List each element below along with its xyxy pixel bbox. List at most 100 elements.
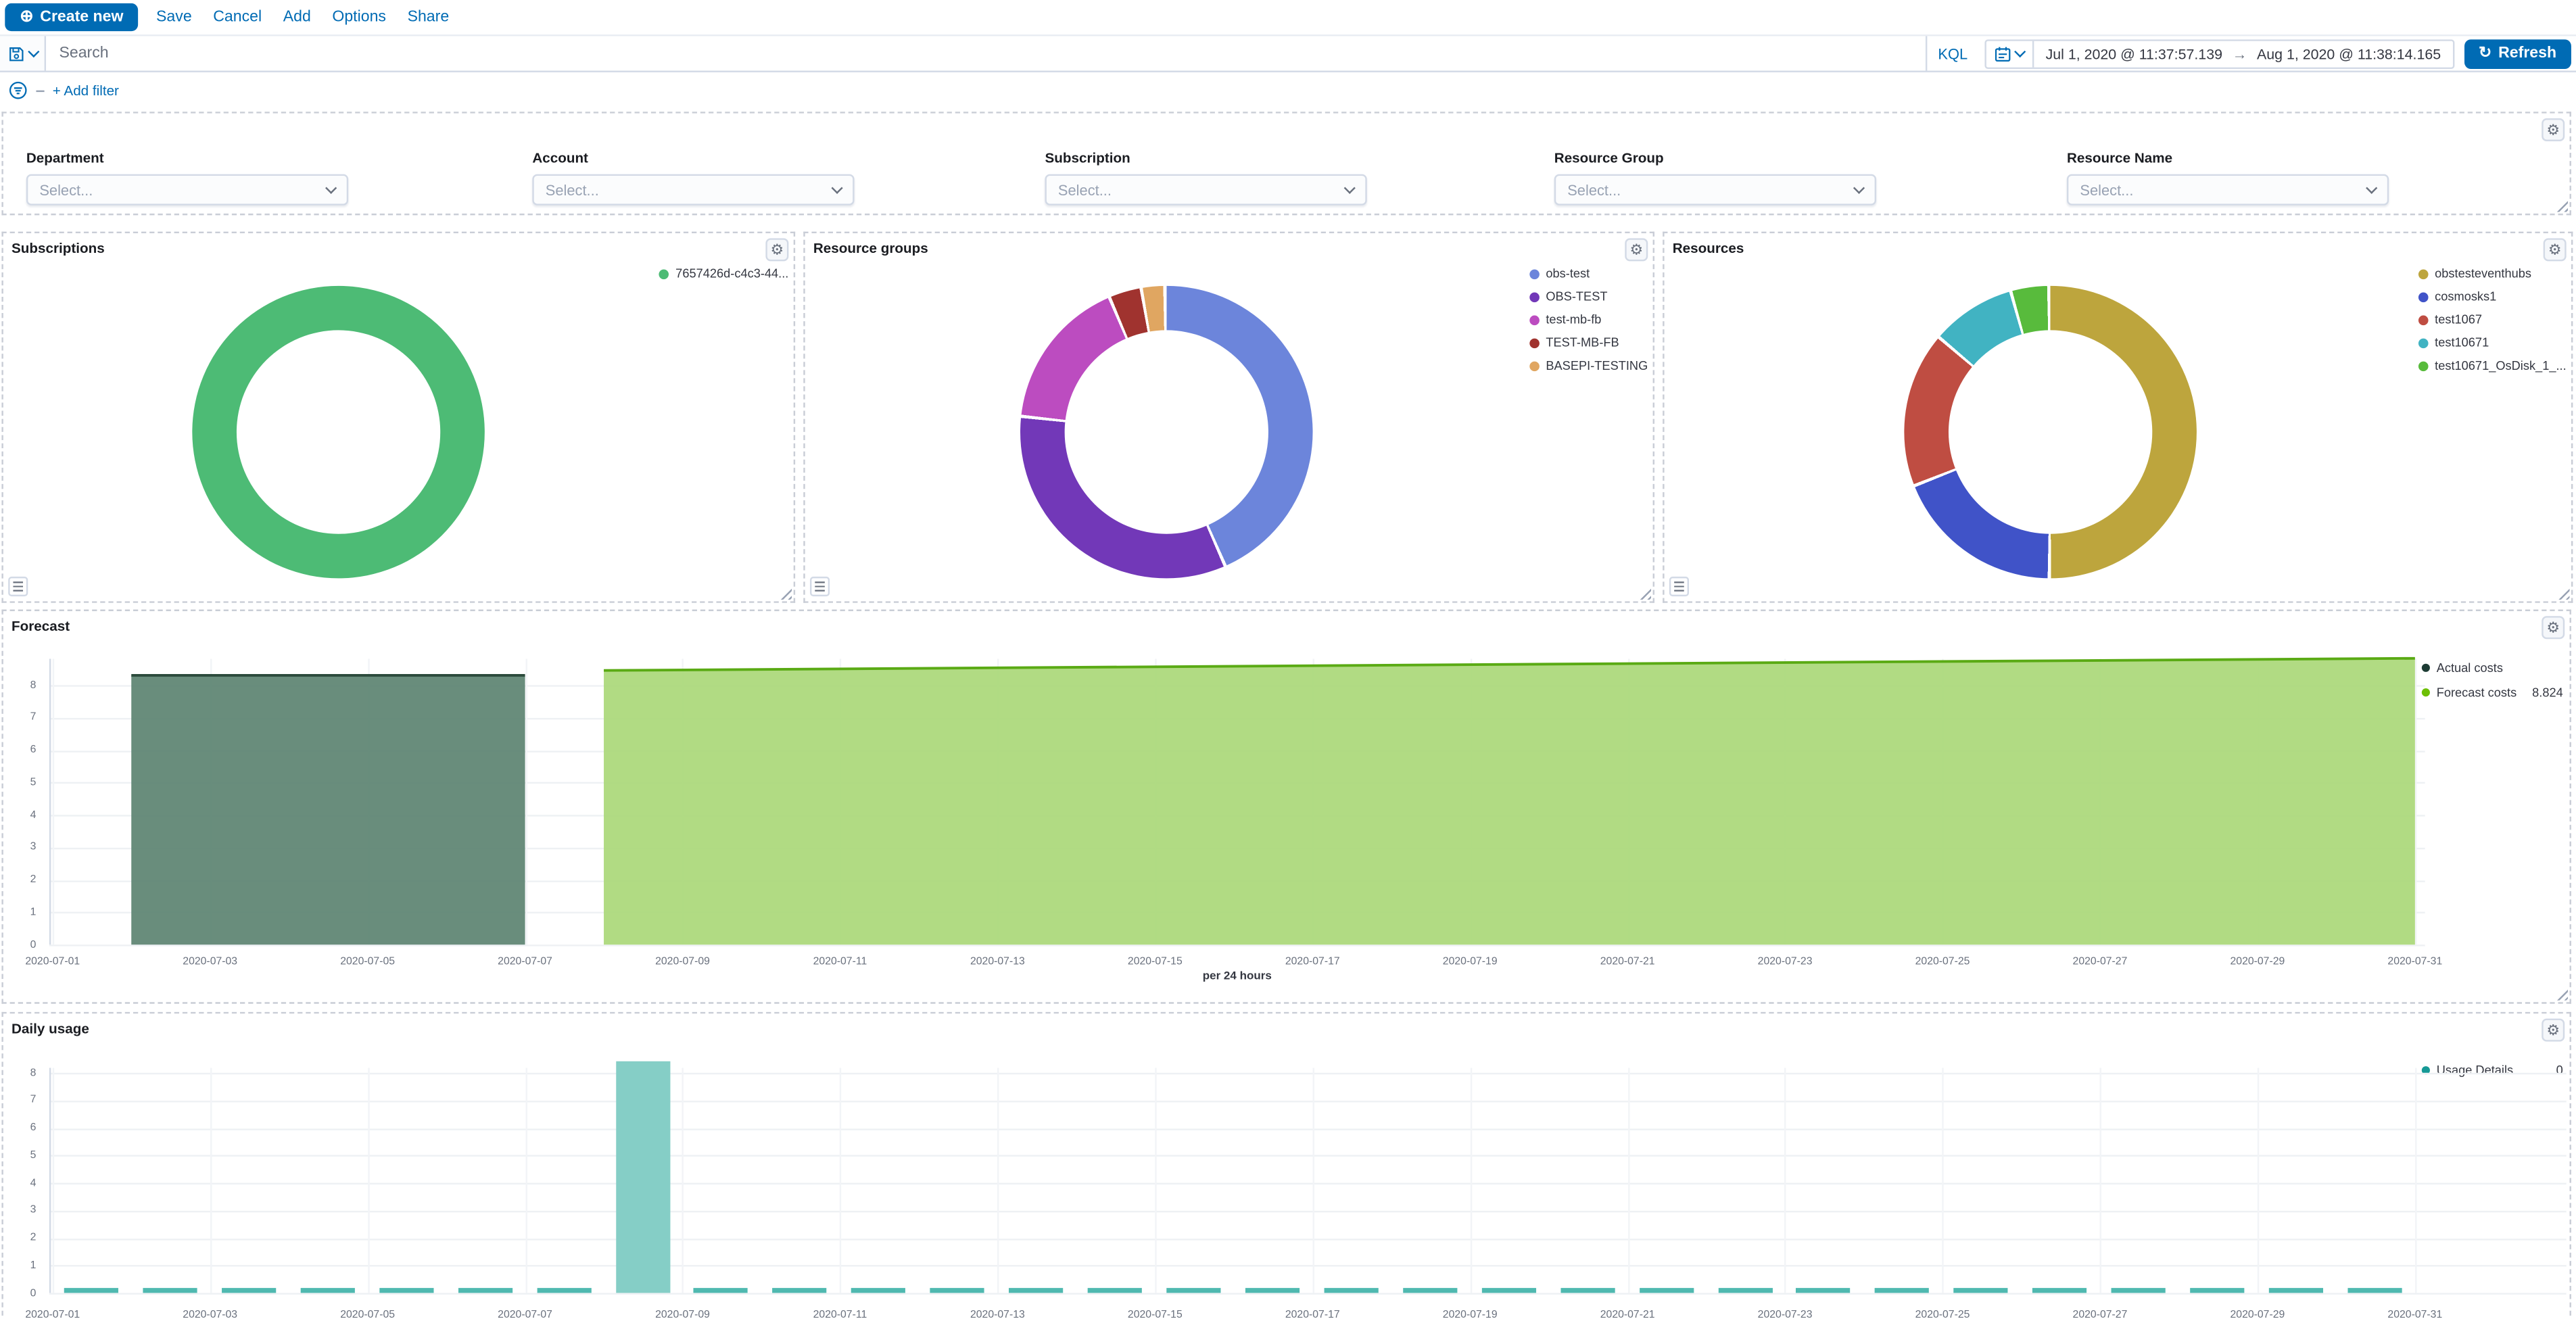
x-tick-label: 2020-07-09: [640, 1310, 725, 1319]
y-tick-label: 7: [10, 1095, 37, 1106]
usage-bar: [1088, 1287, 1142, 1293]
gear-icon[interactable]: ⚙: [2542, 1019, 2565, 1042]
legend-label: test10671_OsDisk_1_...: [2435, 358, 2567, 373]
usage-bar: [64, 1287, 118, 1293]
refresh-button[interactable]: ↻ Refresh: [2464, 39, 2571, 68]
x-tick-label: 2020-07-07: [482, 1310, 567, 1319]
select-placeholder: Select...: [546, 182, 599, 198]
legend-toggle-icon[interactable]: [8, 577, 28, 596]
legend-item[interactable]: Usage Details0: [2422, 1063, 2563, 1078]
legend-item[interactable]: test10671_OsDisk_1_...: [2418, 358, 2567, 373]
filter-select-resource-group[interactable]: Select...: [1554, 174, 1876, 206]
filter-icon[interactable]: [8, 80, 28, 100]
resize-handle[interactable]: [2555, 585, 2570, 600]
x-tick-label: 2020-07-31: [2372, 1310, 2458, 1319]
gridline-x: [2100, 1068, 2101, 1293]
resize-handle[interactable]: [1636, 585, 1651, 600]
gridline-y: [49, 1210, 2567, 1212]
legend-label: OBS-TEST: [1546, 289, 1607, 304]
usage-bar: [537, 1287, 591, 1293]
filter-group-subscription: SubscriptionSelect...: [1045, 149, 1366, 206]
panel-resources: Resources ⚙ obstesteventhubs cosmosks1 tes…: [1663, 232, 2573, 603]
gridline-y: [49, 1073, 2567, 1074]
panel-forecast: Forecast ⚙ per 24 hours Actual costsFore…: [1, 610, 2571, 1004]
toolbar-link-save[interactable]: Save: [156, 8, 192, 26]
filter-select-department[interactable]: Select...: [26, 174, 348, 206]
gridline-y: [49, 1266, 2567, 1267]
plus-circle-icon: ⊕: [20, 9, 33, 25]
legend-item[interactable]: cosmosks1: [2418, 289, 2496, 304]
legend-item[interactable]: 7657426d-c4c3-44...: [659, 266, 789, 281]
toolbar-link-add[interactable]: Add: [283, 8, 311, 26]
panel-title: Resource groups: [813, 240, 928, 256]
kql-language-button[interactable]: KQL: [1926, 36, 1978, 70]
filter-label: Resource Group: [1554, 149, 1876, 166]
legend: 7657426d-c4c3-44...: [659, 266, 789, 281]
chevron-down-icon: [1853, 183, 1865, 194]
usage-bar: [1324, 1287, 1378, 1293]
legend-item[interactable]: test-mb-fb: [1529, 312, 1601, 327]
gear-icon[interactable]: ⚙: [765, 238, 788, 261]
gear-icon[interactable]: ⚙: [2542, 118, 2565, 141]
legend-swatch: [1529, 291, 1540, 302]
legend-item[interactable]: obs-test: [1529, 266, 1590, 281]
select-placeholder: Select...: [2080, 182, 2133, 198]
toolbar-link-cancel[interactable]: Cancel: [213, 8, 262, 26]
saved-query-menu-button[interactable]: [0, 36, 46, 70]
y-tick-label: 3: [10, 1205, 37, 1216]
create-new-button[interactable]: ⊕ Create new: [5, 3, 138, 31]
legend-item[interactable]: test1067: [2418, 312, 2482, 327]
legend-swatch: [1529, 337, 1540, 347]
x-tick-label: 2020-07-23: [1742, 1310, 1828, 1319]
gridline-y: [49, 1238, 2567, 1239]
filter-select-subscription[interactable]: Select...: [1045, 174, 1366, 206]
legend-swatch: [2418, 268, 2429, 279]
legend-item[interactable]: obstesteventhubs: [2418, 266, 2531, 281]
chevron-down-icon: [2014, 46, 2026, 57]
legend-label: BASEPI-TESTING: [1546, 358, 1648, 373]
y-axis-line: [49, 1068, 51, 1293]
gridline-x: [53, 1068, 54, 1293]
legend-item[interactable]: TEST-MB-FB: [1529, 335, 1619, 350]
legend-label: obstesteventhubs: [2435, 266, 2531, 281]
resize-handle[interactable]: [2553, 197, 2568, 212]
usage-bar: [1876, 1287, 1930, 1293]
gear-icon[interactable]: ⚙: [2544, 238, 2567, 261]
x-tick-label: 2020-07-11: [797, 1310, 882, 1319]
gridline-x: [1942, 1068, 1944, 1293]
legend-item[interactable]: BASEPI-TESTING: [1529, 358, 1648, 373]
usage-bar: [1560, 1287, 1615, 1293]
filter-group-department: DepartmentSelect...: [26, 149, 348, 206]
filter-select-resource-name[interactable]: Select...: [2067, 174, 2389, 206]
x-tick-label: 2020-07-01: [10, 1310, 95, 1319]
toolbar-link-share[interactable]: Share: [408, 8, 450, 26]
legend-toggle-icon[interactable]: [810, 577, 830, 596]
add-filter-button[interactable]: + Add filter: [53, 82, 119, 99]
gear-icon[interactable]: ⚙: [1625, 238, 1648, 261]
select-placeholder: Select...: [1567, 182, 1621, 198]
legend: obs-test OBS-TEST test-mb-fb TEST-MB-FB BASE…: [1529, 266, 1648, 373]
divider: [36, 89, 44, 91]
date-to[interactable]: Aug 1, 2020 @ 11:38:14.165: [2257, 45, 2441, 62]
calendar-icon: [1995, 45, 2011, 62]
usage-bar: [222, 1287, 276, 1293]
legend-item[interactable]: OBS-TEST: [1529, 289, 1607, 304]
legend-swatch: [2418, 337, 2429, 347]
legend: Usage Details0: [2422, 1063, 2563, 1078]
toolbar-link-options[interactable]: Options: [332, 8, 386, 26]
search-input[interactable]: [46, 36, 1926, 70]
filter-select-account[interactable]: Select...: [532, 174, 854, 206]
legend-item[interactable]: test10671: [2418, 335, 2489, 350]
panel-title: Resources: [1673, 240, 1744, 256]
calendar-menu-button[interactable]: [1986, 41, 2034, 67]
resize-handle[interactable]: [777, 585, 792, 600]
legend-swatch: [2418, 291, 2429, 302]
x-tick-label: 2020-07-05: [325, 1310, 410, 1319]
legend-label: test-mb-fb: [1546, 312, 1601, 327]
legend-toggle-icon[interactable]: [1669, 577, 1689, 596]
legend-label: 7657426d-c4c3-44...: [675, 266, 788, 281]
x-tick-label: 2020-07-15: [1112, 1310, 1197, 1319]
x-tick-label: 2020-07-21: [1585, 1310, 1670, 1319]
legend: obstesteventhubs cosmosks1 test1067 test106…: [2418, 266, 2567, 373]
date-from[interactable]: Jul 1, 2020 @ 11:37:57.139: [2046, 45, 2222, 62]
